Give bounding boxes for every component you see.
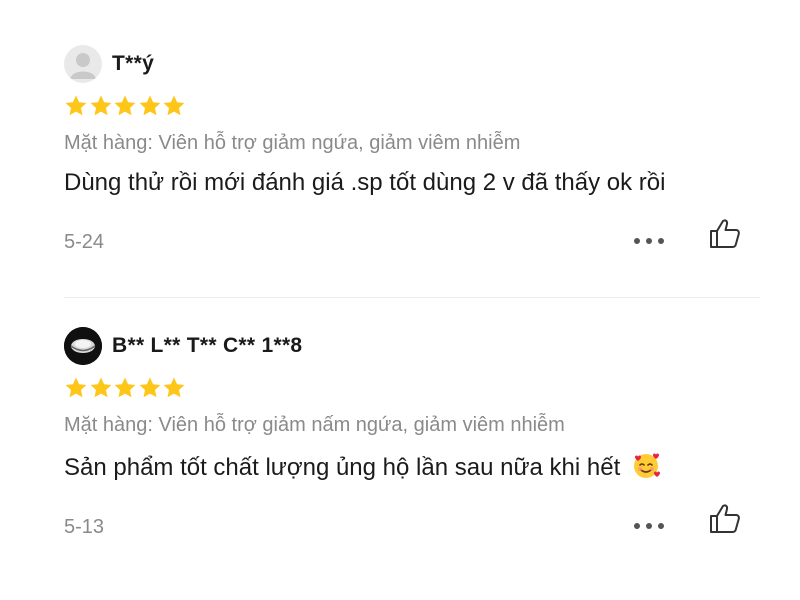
thumbs-up-icon[interactable] <box>708 502 742 536</box>
star-icon <box>139 95 160 116</box>
star-icon <box>114 95 136 116</box>
review-text: Sản phẩm tốt chất lượng ủng hộ lần sau n… <box>64 454 621 481</box>
more-dot <box>646 523 652 529</box>
star-rating <box>64 94 764 122</box>
review-footer: 5-13 <box>64 504 764 546</box>
smiling-face-with-hearts-icon <box>633 453 660 478</box>
review-card: B** L** T** C** 1**8 Mặt hàng: Viên hỗ t… <box>64 326 764 546</box>
avatar[interactable] <box>64 45 102 83</box>
dark-photo-avatar-icon <box>64 327 102 365</box>
more-dot <box>634 523 640 529</box>
review-footer: 5-24 <box>64 219 764 261</box>
star-icon <box>114 377 136 398</box>
review-card: T**ý Mặt hàng: Viên hỗ trợ giảm ngứa, gi… <box>64 44 764 261</box>
more-dot <box>634 238 640 244</box>
purchased-item-variant: Mặt hàng: Viên hỗ trợ giảm nấm ngứa, giả… <box>64 414 565 436</box>
star-icon <box>90 95 111 116</box>
review-text-row: Sản phẩm tốt chất lượng ủng hộ lần sau n… <box>64 451 764 482</box>
star-icon <box>163 377 185 398</box>
review-header: T**ý <box>64 44 764 84</box>
more-dot <box>658 523 664 529</box>
review-text: Dùng thử rồi mới đánh giá .sp tốt dùng 2… <box>64 169 666 196</box>
review-header: B** L** T** C** 1**8 <box>64 326 764 366</box>
star-icon <box>65 377 87 398</box>
star-icon <box>163 95 185 116</box>
review-date: 5-24 <box>64 231 105 253</box>
star-icon <box>65 95 87 116</box>
more-options-button[interactable] <box>634 229 664 253</box>
star-icon <box>139 377 160 398</box>
star-icon <box>90 377 111 398</box>
more-options-button[interactable] <box>634 514 664 538</box>
review-divider <box>64 297 760 298</box>
purchased-item-variant: Mặt hàng: Viên hỗ trợ giảm ngứa, giảm vi… <box>64 132 521 154</box>
avatar[interactable] <box>64 327 102 365</box>
thumbs-up-icon[interactable] <box>708 217 742 251</box>
more-dot <box>646 238 652 244</box>
star-rating <box>64 376 764 404</box>
username: B** L** T** C** 1**8 <box>112 334 303 357</box>
default-user-avatar-icon <box>70 53 96 79</box>
more-dot <box>658 238 664 244</box>
review-date: 5-13 <box>64 516 105 538</box>
username: T**ý <box>112 52 155 75</box>
